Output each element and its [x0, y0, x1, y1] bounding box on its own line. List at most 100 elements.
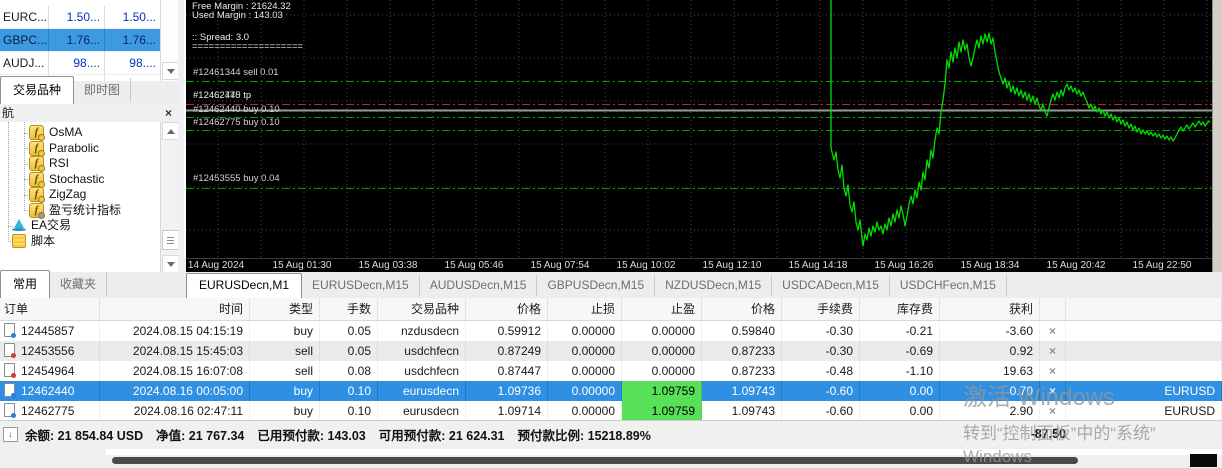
sell-order-icon: [4, 363, 16, 378]
navigator-scroll-thumb[interactable]: [162, 230, 178, 250]
bottom-window-edge: [0, 446, 1222, 468]
order-level-label: #12462440 buy 0.10: [193, 104, 280, 115]
header-commission-cell: 手续费: [782, 298, 860, 320]
nav-item-rsi[interactable]: f RSI: [0, 156, 161, 173]
nav-item-stochastic[interactable]: f Stochastic: [0, 172, 161, 188]
time-axis-label: 15 Aug 10:02: [616, 260, 676, 271]
chart-tab-usdcadecn-m15[interactable]: USDCADecn,M15: [772, 275, 890, 296]
symbol-cell: EURC...: [0, 6, 50, 28]
comment-cell: EURUSD: [1066, 401, 1222, 421]
swap-cell: 0.00: [860, 401, 940, 421]
sell-order-icon: [4, 343, 16, 358]
market-watch-scroll-down-button[interactable]: [162, 62, 178, 80]
market-watch-list: EURC...1.50...1.50.....GBPC...1.76...1.7…: [0, 6, 161, 81]
buy-order-icon: [4, 403, 16, 418]
time-cell: 2024.08.15 04:15:19: [100, 321, 250, 341]
current-price-cell: 1.09743: [702, 401, 782, 421]
type-cell: buy: [250, 321, 320, 341]
close-order-icon[interactable]: ×: [1049, 384, 1056, 398]
nav-item-parabolic[interactable]: f Parabolic: [0, 141, 161, 157]
close-order-icon[interactable]: ×: [1049, 324, 1056, 338]
nav-item-profit-loss-stats-indicator[interactable]: f 盈亏统计指标: [0, 203, 161, 219]
symbol-cell: eurusdecn: [378, 401, 466, 421]
chart-tab-gbpusdecn-m15[interactable]: GBPUSDecn,M15: [537, 275, 656, 296]
lots-cell: 0.10: [320, 381, 378, 401]
market-watch-scrollbar[interactable]: [160, 0, 178, 81]
chart-tabs-bar: EURUSDecn,M1 EURUSDecn,M15 AUDUSDecn,M15 GB…: [186, 272, 1222, 299]
lots-cell: 0.05: [320, 341, 378, 361]
commission-cell: -0.48: [782, 361, 860, 381]
comment-cell: [1066, 361, 1222, 381]
tab-tick-chart[interactable]: 即时图: [74, 78, 132, 102]
navigator-scrollbar[interactable]: [160, 122, 178, 272]
chart-canvas: [186, 0, 1212, 258]
nav-item-expert-advisors[interactable]: EA交易: [0, 218, 161, 234]
navigator-title: 航: [2, 106, 15, 120]
used-margin-text: Used Margin : 143.03: [192, 10, 283, 21]
type-cell: buy: [250, 401, 320, 421]
commission-cell: -0.60: [782, 401, 860, 421]
chart-tab-eurusdecn-m1[interactable]: EURUSDecn,M1: [186, 273, 303, 298]
order-row[interactable]: 12445857 2024.08.15 04:15:19 buy 0.05 nzdusd…: [0, 321, 1222, 341]
order-row[interactable]: 12462440 2024.08.16 00:05:00 buy 0.10 eurusd…: [0, 381, 1222, 401]
close-icon[interactable]: ×: [165, 104, 172, 122]
close-cell: ×: [1040, 321, 1066, 341]
close-order-icon[interactable]: ×: [1049, 364, 1056, 378]
chart-tab-nzdusdecn-m15[interactable]: NZDUSDecn,M15: [655, 275, 773, 296]
market-watch-row-gbpc[interactable]: GBPC...1.76...1.76.....: [0, 29, 161, 52]
market-watch-row-eurc[interactable]: EURC...1.50...1.50.....: [0, 6, 161, 29]
chart-tab-eurusdecn-m15[interactable]: EURUSDecn,M15: [302, 275, 420, 296]
header-stop-loss-cell: 止损: [548, 298, 622, 320]
time-axis-label: 15 Aug 20:42: [1046, 260, 1106, 271]
symbol-cell: nzdusdecn: [378, 321, 466, 341]
nav-item-osma[interactable]: f OsMA: [0, 125, 161, 142]
take-profit-cell: 1.09759: [622, 401, 702, 421]
nav-item-zigzag[interactable]: f ZigZag: [0, 187, 161, 204]
close-order-icon[interactable]: ×: [1049, 404, 1056, 418]
price-chart[interactable]: #12461344 sell 0.01 #12462440 tp #12462775…: [184, 0, 1212, 258]
header-type-cell: 类型: [250, 298, 320, 320]
header-order-id-cell: 订单: [0, 298, 100, 320]
trade-summary-icon: ↓: [3, 426, 18, 442]
profit-cell: 19.63: [940, 361, 1040, 381]
tab-market-watch-symbols[interactable]: 交易品种: [0, 76, 75, 104]
type-cell: sell: [250, 341, 320, 361]
close-cell: ×: [1040, 401, 1066, 421]
stop-loss-cell: 0.00000: [548, 361, 622, 381]
order-level-label: #12461344 sell 0.01: [193, 67, 279, 78]
orders-header-row: 订单 时间 类型 手数 交易品种 价格 止损 止盈 价格 手续费 库存费 获利: [0, 298, 1222, 321]
nav-item-label: OsMA: [49, 125, 83, 139]
open-price-cell: 0.59912: [466, 321, 548, 341]
tab-common[interactable]: 常用: [0, 270, 51, 298]
chevron-up-icon: [166, 128, 175, 134]
indicator-icon: f: [29, 171, 45, 188]
commission-cell: -0.30: [782, 341, 860, 361]
order-id-cell: 12462440: [0, 381, 100, 401]
profit-cell: 0.70: [940, 381, 1040, 401]
chart-tab-audusdecn-m15[interactable]: AUDUSDecn,M15: [420, 275, 538, 296]
type-cell: buy: [250, 381, 320, 401]
chart-tab-usdchfecn-m15[interactable]: USDCHFecn,M15: [890, 275, 1007, 296]
free-margin-text: 可用预付款: 21 624.31: [378, 428, 505, 443]
tab-favorites[interactable]: 收藏夹: [50, 272, 108, 296]
close-order-icon[interactable]: ×: [1049, 344, 1056, 358]
order-row[interactable]: 12453556 2024.08.15 15:45:03 sell 0.05 usdch…: [0, 341, 1222, 361]
window-edge-highlight: [106, 449, 1222, 455]
comment-cell: [1066, 321, 1222, 341]
lots-cell: 0.10: [320, 401, 378, 421]
taskbar-fragment: [1190, 454, 1217, 467]
navigator-header: 航 ×: [0, 104, 178, 123]
order-row[interactable]: 12454964 2024.08.15 16:07:08 sell 0.08 usdch…: [0, 361, 1222, 381]
horizontal-scrollbar-thumb[interactable]: [112, 457, 1078, 464]
header-time-cell: 时间: [100, 298, 250, 320]
time-axis-label: 15 Aug 14:18: [788, 260, 848, 271]
order-level-label: #12453555 buy 0.04: [193, 173, 280, 184]
order-row[interactable]: 12462775 2024.08.16 02:47:11 buy 0.10 eurusd…: [0, 401, 1222, 421]
navigator-scroll-down-button[interactable]: [162, 255, 178, 272]
symbol-cell: usdchfecn: [378, 361, 466, 381]
market-watch-row-audj[interactable]: AUDJ...98....98......: [0, 52, 161, 75]
open-price-cell: 0.87447: [466, 361, 548, 381]
navigator-scroll-up-button[interactable]: [162, 122, 178, 140]
nav-item-scripts[interactable]: 脚本: [0, 234, 161, 250]
comment-cell: EURUSD: [1066, 381, 1222, 401]
